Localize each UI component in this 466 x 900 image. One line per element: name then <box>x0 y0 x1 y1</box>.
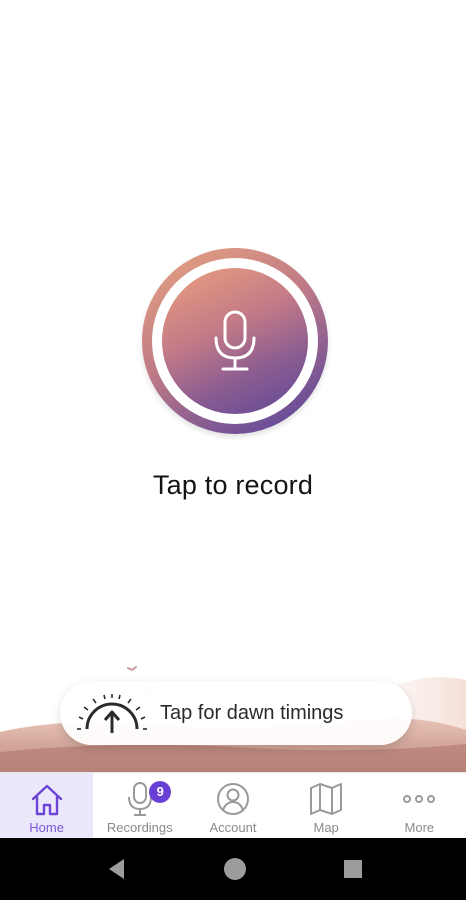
nav-home[interactable]: Home <box>0 773 94 839</box>
home-screen: Tap to record Tap for dawn timings <box>0 0 466 772</box>
nav-more[interactable]: More <box>373 773 466 839</box>
record-label: Tap to record <box>152 470 314 500</box>
nav-account-label: Account <box>209 820 257 835</box>
dawn-timings-card[interactable]: Tap for dawn timings <box>60 681 412 745</box>
back-icon[interactable] <box>104 856 130 882</box>
map-icon <box>310 783 343 815</box>
system-navigation-bar <box>0 838 466 900</box>
recents-icon[interactable] <box>340 856 366 882</box>
nav-map-label: Map <box>313 820 339 835</box>
home-circle-icon[interactable] <box>222 856 248 882</box>
nav-map[interactable]: Map <box>280 773 373 839</box>
recordings-count-badge: 9 <box>149 781 172 803</box>
nav-more-label: More <box>404 820 435 835</box>
nav-recordings-label: Recordings <box>106 820 173 835</box>
record-button[interactable] <box>162 268 308 414</box>
dawn-timings-label: Tap for dawn timings <box>160 702 344 724</box>
nav-recordings[interactable]: 9 Recordings <box>93 773 186 839</box>
nav-account[interactable]: Account <box>186 773 279 839</box>
more-dots-icon <box>403 795 436 803</box>
home-icon <box>31 784 62 816</box>
nav-home-label: Home <box>29 820 64 835</box>
record-control <box>142 248 328 434</box>
microphone-icon <box>214 310 256 371</box>
bottom-navigation: Home 9 Recordings Account Map More <box>0 772 466 839</box>
account-icon <box>216 783 249 815</box>
sunrise-icon <box>77 694 147 733</box>
